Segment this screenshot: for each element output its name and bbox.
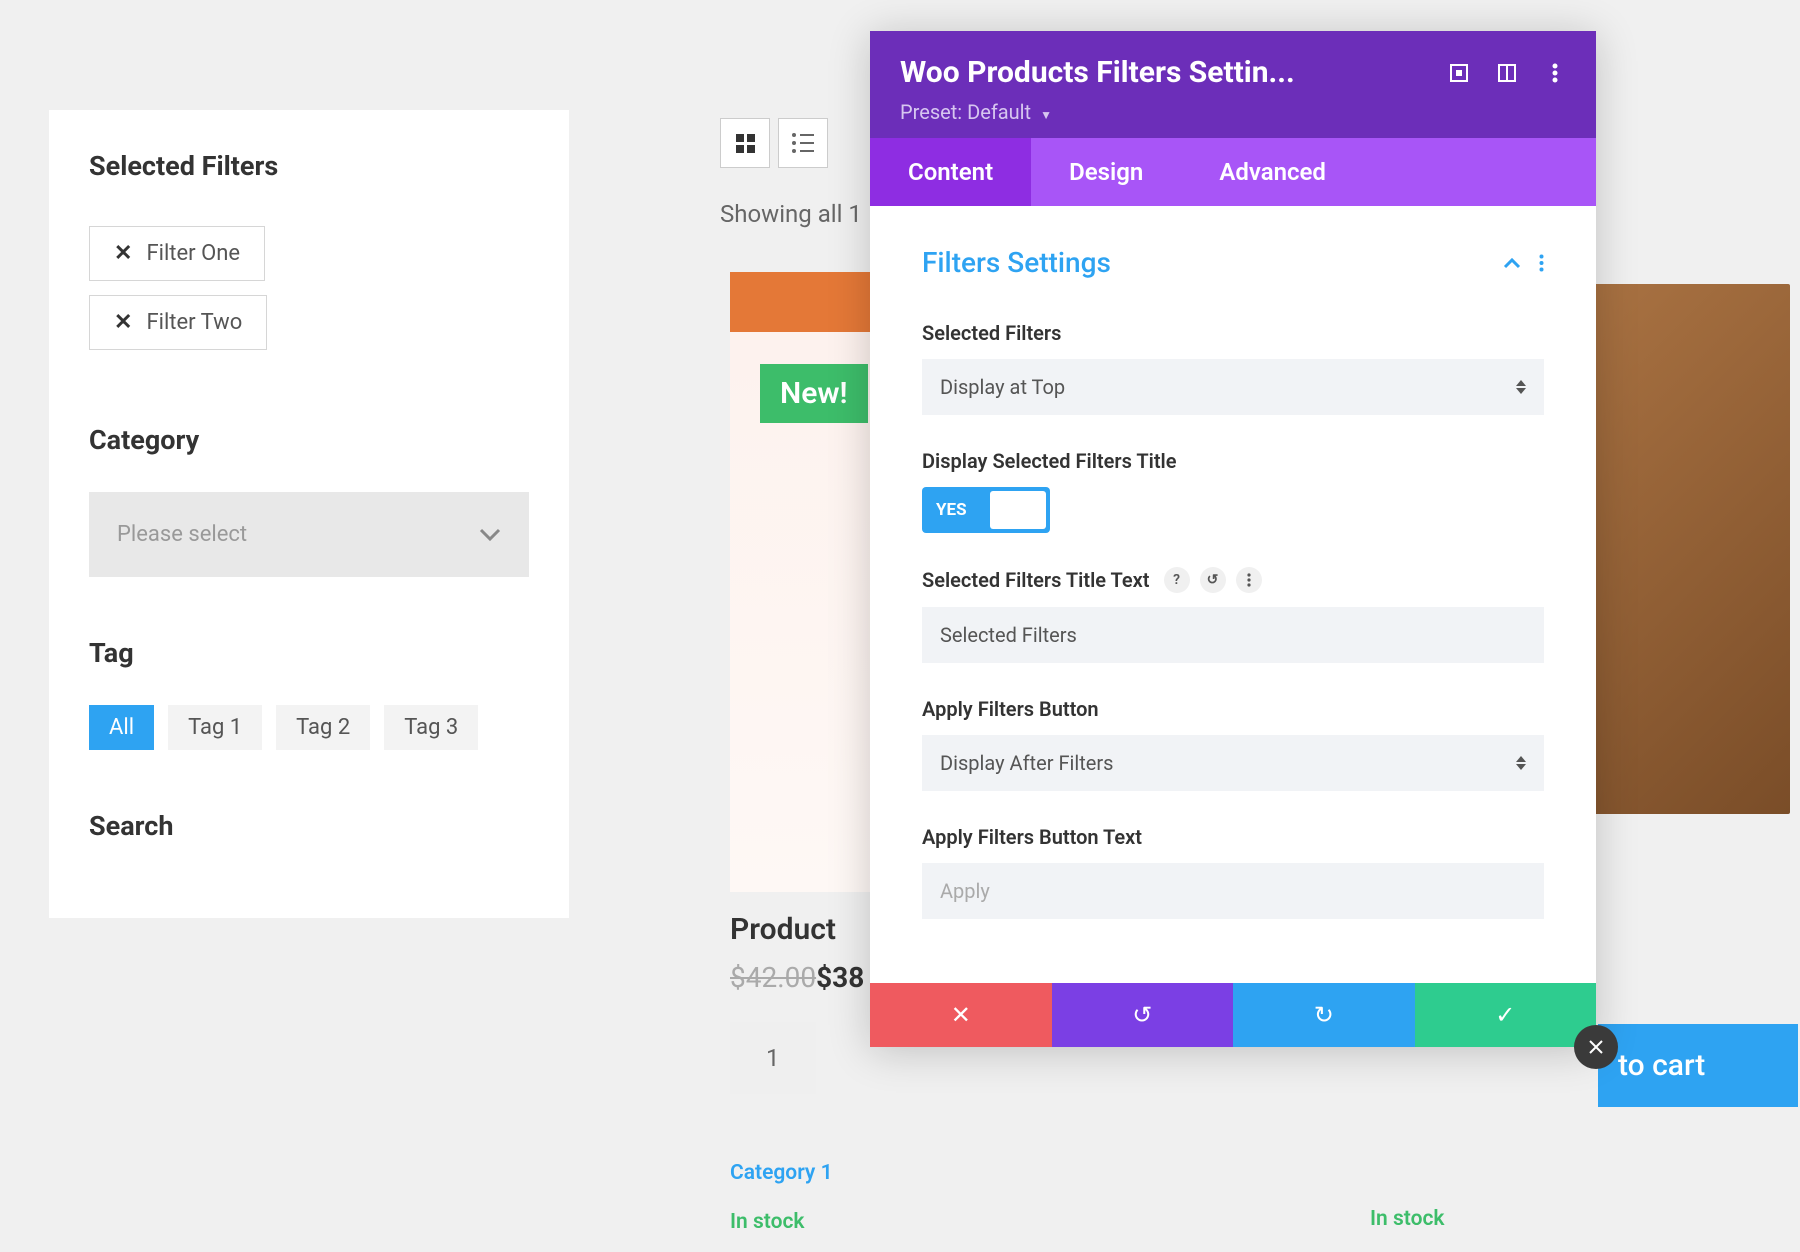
filter-sidebar: Selected Filters ✕ Filter One ✕ Filter T… [49, 110, 569, 918]
resize-handle[interactable] [1574, 1025, 1618, 1069]
category-select[interactable]: Please select [89, 492, 529, 577]
view-toggle [720, 118, 828, 168]
toggle-knob [990, 491, 1046, 529]
tab-advanced[interactable]: Advanced [1181, 138, 1364, 206]
category-link[interactable]: Category 1 [730, 1161, 833, 1185]
product-image[interactable] [1590, 284, 1790, 814]
list-view-button[interactable] [778, 118, 828, 168]
select-value: Display at Top [940, 375, 1065, 399]
old-price: $42.00 [730, 961, 816, 994]
more-icon[interactable] [1539, 254, 1544, 272]
section-title: Filters Settings [922, 246, 1111, 279]
field-label: Apply Filters Button [922, 697, 1544, 721]
reset-icon[interactable]: ↺ [1200, 567, 1226, 593]
grid-icon [736, 134, 755, 153]
tab-bar: Content Design Advanced [870, 138, 1596, 206]
more-icon[interactable] [1544, 62, 1566, 84]
modal-body: Filters Settings Selected Filters Displa… [870, 206, 1596, 983]
title-text-input[interactable]: Selected Filters [922, 607, 1544, 663]
stock-status: In stock [730, 1210, 805, 1234]
modal-footer: ✕ ↺ ↻ ✓ [870, 983, 1596, 1047]
sort-icon [1516, 380, 1526, 394]
tag-pill[interactable]: Tag 2 [276, 705, 370, 750]
add-to-cart-button[interactable]: to cart [1598, 1024, 1798, 1107]
modal-title: Woo Products Filters Settin... [900, 55, 1295, 90]
list-icon [792, 133, 814, 153]
field-label: Selected Filters Title Text ? ↺ [922, 567, 1544, 593]
tag-pill-all[interactable]: All [89, 705, 154, 750]
chip-label: Filter One [146, 241, 240, 266]
stock-status: In stock [1370, 1207, 1445, 1231]
new-badge: New! [760, 364, 868, 423]
grid-view-button[interactable] [720, 118, 770, 168]
select-value: Display After Filters [940, 751, 1113, 775]
selected-filters-select[interactable]: Display at Top [922, 359, 1544, 415]
field-label: Apply Filters Button Text [922, 825, 1544, 849]
search-heading: Search [89, 810, 529, 842]
preset-selector[interactable]: Preset: Default ▼ [900, 100, 1566, 124]
layout-icon[interactable] [1496, 62, 1518, 84]
filter-chip[interactable]: ✕ Filter One [89, 226, 265, 281]
apply-button-select[interactable]: Display After Filters [922, 735, 1544, 791]
undo-icon: ↺ [1132, 1001, 1152, 1029]
display-title-toggle[interactable]: YES [922, 487, 1050, 533]
close-icon[interactable]: ✕ [114, 312, 132, 334]
close-icon: ✕ [951, 1001, 971, 1029]
tag-pill[interactable]: Tag 1 [168, 705, 262, 750]
redo-icon: ↻ [1314, 1001, 1334, 1029]
check-icon: ✓ [1495, 1001, 1515, 1029]
select-placeholder: Please select [117, 522, 247, 547]
close-icon[interactable]: ✕ [114, 243, 132, 265]
redo-button[interactable]: ↻ [1233, 983, 1415, 1047]
filter-chip[interactable]: ✕ Filter Two [89, 295, 267, 350]
expand-icon[interactable] [1448, 62, 1470, 84]
chip-label: Filter Two [146, 310, 242, 335]
more-icon[interactable] [1236, 567, 1262, 593]
save-button[interactable]: ✓ [1415, 983, 1597, 1047]
undo-button[interactable]: ↺ [1052, 983, 1234, 1047]
tab-content[interactable]: Content [870, 138, 1031, 206]
field-label: Display Selected Filters Title [922, 449, 1544, 473]
label-text: Selected Filters Title Text [922, 568, 1150, 592]
product-card [1590, 284, 1790, 814]
settings-modal: Woo Products Filters Settin... Preset: D… [870, 31, 1596, 1047]
modal-header: Woo Products Filters Settin... Preset: D… [870, 31, 1596, 138]
category-heading: Category [89, 424, 529, 456]
tag-heading: Tag [89, 637, 529, 669]
tag-list: All Tag 1 Tag 2 Tag 3 [89, 705, 529, 750]
quantity-input[interactable]: 1 [730, 1022, 816, 1094]
help-icon[interactable]: ? [1164, 567, 1190, 593]
tab-design[interactable]: Design [1031, 138, 1181, 206]
sort-icon [1516, 756, 1526, 770]
results-count: Showing all 1 [720, 200, 862, 228]
preset-label: Preset: Default [900, 100, 1031, 124]
chevron-down-icon [479, 528, 501, 542]
field-label: Selected Filters [922, 321, 1544, 345]
selected-filters-heading: Selected Filters [89, 150, 529, 182]
toggle-label: YES [926, 500, 977, 520]
cancel-button[interactable]: ✕ [870, 983, 1052, 1047]
section-header[interactable]: Filters Settings [922, 246, 1544, 279]
tag-pill[interactable]: Tag 3 [384, 705, 478, 750]
new-price: $38 [816, 961, 864, 994]
caret-down-icon: ▼ [1040, 108, 1052, 122]
apply-text-input[interactable]: Apply [922, 863, 1544, 919]
chevron-up-icon[interactable] [1503, 257, 1521, 269]
